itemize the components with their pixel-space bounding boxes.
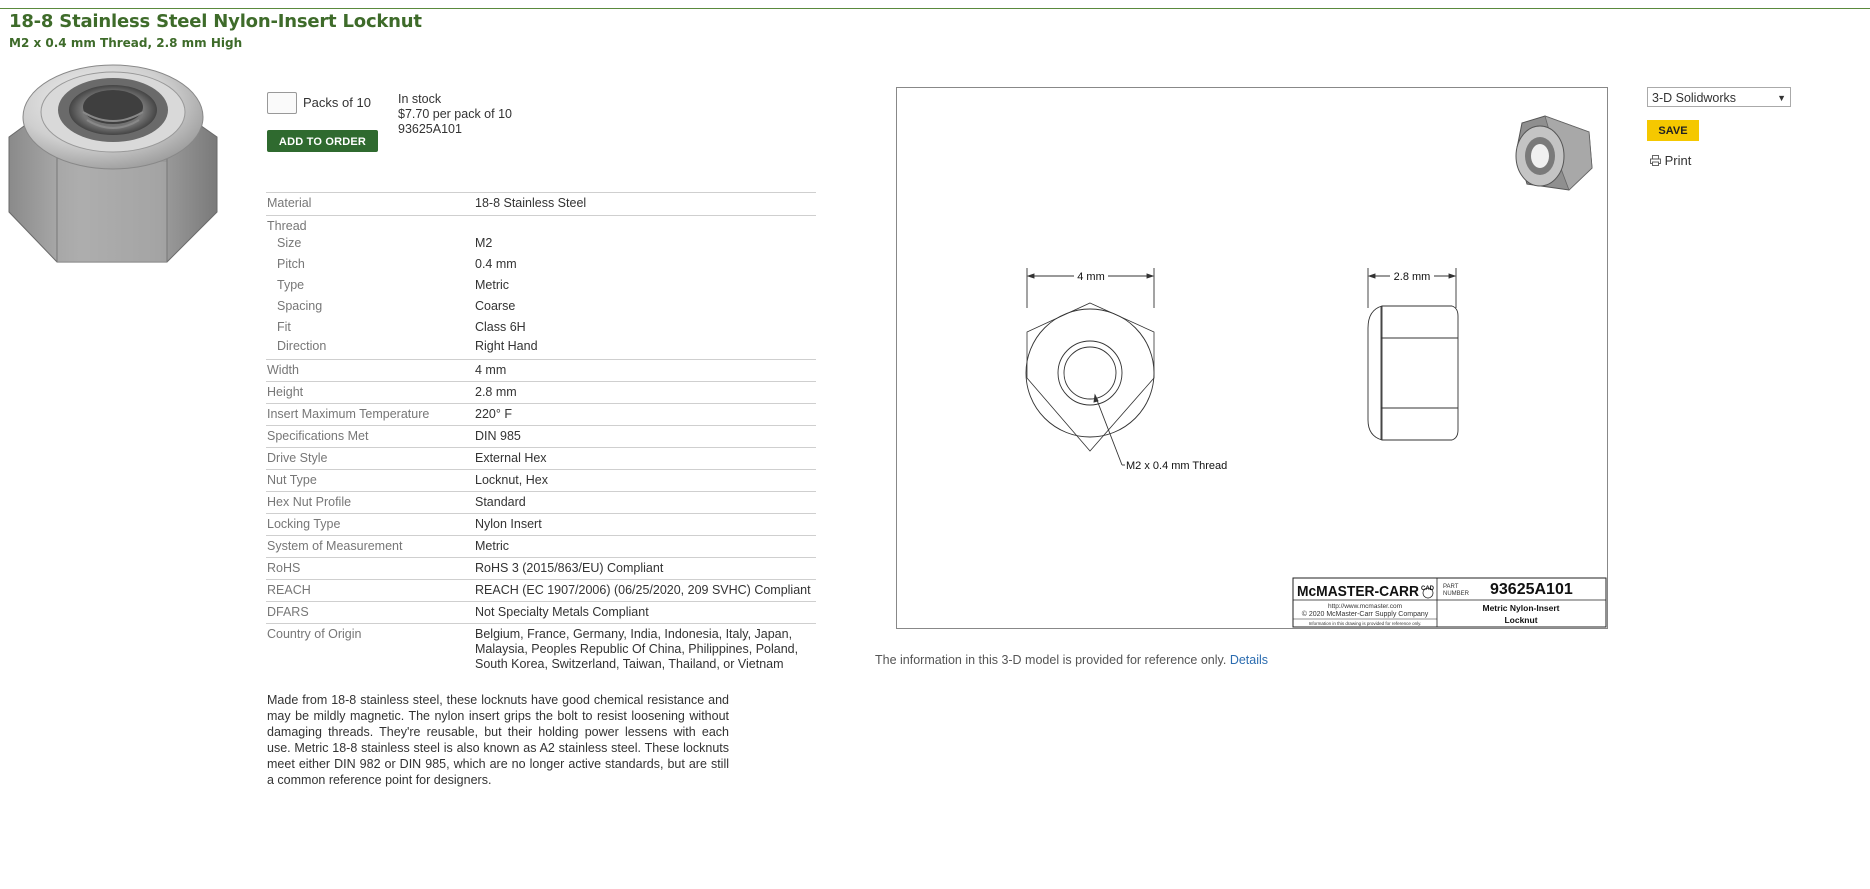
spec-value: Class 6H (475, 319, 526, 334)
spec-value: M2 (475, 235, 493, 250)
part-number: 93625A101 (398, 122, 462, 136)
spec-value: 0.4 mm (475, 256, 517, 271)
product-description: Made from 18-8 stainless steel, these lo… (267, 693, 729, 787)
add-to-order-button[interactable]: ADD TO ORDER (267, 130, 378, 152)
model-info: The information in this 3-D model is pro… (875, 653, 1268, 667)
spec-value: External Hex (475, 447, 816, 470)
spec-key: Type (277, 277, 305, 292)
spec-value: Standard (475, 491, 816, 514)
spec-key: Height (266, 381, 475, 404)
spec-key: Drive Style (266, 447, 475, 470)
spec-key: Hex Nut Profile (266, 491, 475, 514)
quantity-input[interactable] (267, 92, 297, 114)
spec-value: 4 mm (475, 359, 816, 382)
page-title: 18-8 Stainless Steel Nylon-Insert Locknu… (9, 11, 422, 32)
spec-key: Specifications Met (266, 425, 475, 448)
spec-value (475, 215, 816, 236)
printer-icon (1650, 155, 1661, 166)
specs-table: Material 18-8 Stainless Steel Thread Size… (266, 192, 816, 672)
spec-key: Pitch (277, 256, 305, 271)
spec-value: Right Hand (475, 338, 538, 353)
spec-value: 220° F (475, 403, 816, 426)
spec-key: Nut Type (266, 469, 475, 492)
spec-value: RoHS 3 (2015/863/EU) Compliant (475, 557, 816, 580)
height-dimension-label: 2.8 mm (1394, 271, 1431, 283)
side-view (1367, 268, 1459, 441)
spec-value: Coarse (475, 298, 516, 313)
spec-key: REACH (266, 579, 475, 602)
spec-key: Width (266, 359, 475, 382)
print-link[interactable]: Print (1650, 153, 1691, 168)
hex-locknut-image (8, 64, 218, 263)
spec-key: Size (277, 235, 302, 250)
part-number-label-1: PART (1443, 584, 1459, 590)
front-view (1025, 268, 1155, 466)
spec-key: Material (266, 192, 475, 216)
spec-value: DIN 985 (475, 425, 816, 448)
spec-value: 2.8 mm (475, 381, 816, 404)
nut-3d-thumbnail (1515, 115, 1593, 191)
dropdown-arrow-icon: ▼ (1777, 93, 1786, 103)
part-description-1: Metric Nylon-Insert (1483, 603, 1560, 613)
copyright-text: © 2020 McMaster-Carr Supply Company (1302, 610, 1429, 618)
price: $7.70 per pack of 10 (398, 107, 512, 121)
spec-key: Thread (266, 215, 475, 236)
stock-info: In stock $7.70 per pack of 10 93625A101 (398, 92, 512, 137)
spec-key: DFARS (266, 601, 475, 624)
print-label: Print (1664, 153, 1692, 168)
spec-value: Locknut, Hex (475, 469, 816, 492)
model-info-text: The information in this 3-D model is pro… (875, 653, 1227, 667)
cad-format-value: 3-D Solidworks (1652, 91, 1737, 105)
cad-format-select[interactable]: 3-D Solidworks ▼ (1647, 87, 1791, 107)
drawing-part-number: 93625A101 (1490, 581, 1573, 598)
spec-key: Fit (277, 319, 291, 334)
disclaimer-text: Information in this drawing is provided … (1309, 621, 1422, 626)
drawing-canvas: 4 mm 2.8 mm M2 x 0.4 mm Thread McMASTER-… (1025, 115, 1607, 628)
thread-callout-label: M2 x 0.4 mm Thread (1126, 460, 1227, 472)
save-button[interactable]: SAVE (1647, 120, 1699, 141)
spec-value: 18-8 Stainless Steel (475, 192, 816, 216)
spec-key: System of Measurement (266, 535, 475, 558)
spec-key: Insert Maximum Temperature (266, 403, 475, 426)
brand-logo: McMASTER-CARR (1297, 583, 1419, 600)
part-number-label-2: NUMBER (1443, 591, 1470, 597)
spec-value: Metric (475, 277, 510, 292)
spec-key: Locking Type (266, 513, 475, 536)
width-dimension-label: 4 mm (1077, 271, 1105, 283)
spec-key: Spacing (277, 298, 323, 313)
page-subtitle: M2 x 0.4 mm Thread, 2.8 mm High (9, 36, 243, 50)
spec-value: Belgium, France, Germany, India, Indones… (475, 623, 816, 672)
spec-value: Metric (475, 535, 816, 558)
stock-status: In stock (398, 92, 442, 106)
part-description-2: Locknut (1504, 615, 1537, 625)
spec-value: REACH (EC 1907/2006) (06/25/2020, 209 SV… (475, 579, 816, 602)
spec-key: Direction (277, 338, 327, 353)
unit-label: Packs of 10 (303, 95, 371, 110)
cad-drawing[interactable]: 4 mm 2.8 mm M2 x 0.4 mm Thread McMASTER-… (896, 87, 1608, 629)
spec-key: RoHS (266, 557, 475, 580)
title-block: McMASTER-CARR CAD PART NUMBER 93625A101 … (1292, 577, 1607, 628)
spec-key: Country of Origin (266, 623, 475, 672)
website-text: http://www.mcmaster.com (1328, 603, 1402, 610)
header-divider (0, 8, 1870, 9)
spec-value: Not Specialty Metals Compliant (475, 601, 816, 624)
details-link[interactable]: Details (1230, 653, 1268, 667)
spec-value: Nylon Insert (475, 513, 816, 536)
